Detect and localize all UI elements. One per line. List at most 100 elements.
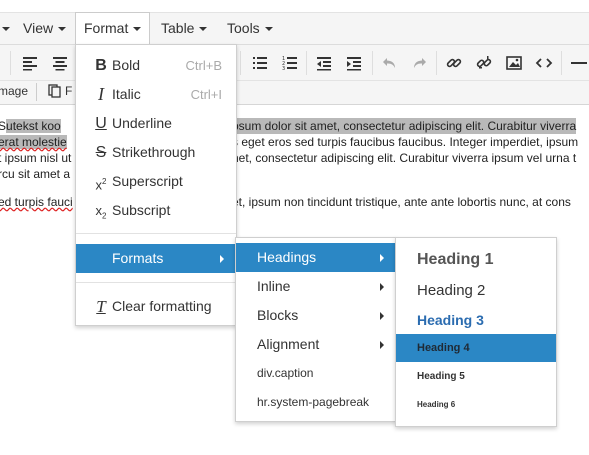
menu-item-label: Underline <box>112 115 172 131</box>
menu-item-label: Heading 1 <box>417 251 494 268</box>
link-icon[interactable] <box>445 54 463 72</box>
selected-text: utekst koo <box>6 119 61 133</box>
chevron-right-icon <box>380 254 384 262</box>
menu-item-italic[interactable]: I Italic Ctrl+I <box>76 80 236 109</box>
menu-item-heading-3[interactable]: Heading 3 <box>396 305 556 335</box>
menu-item-label: Bold <box>112 57 141 73</box>
menu-item-label: Heading 6 <box>417 400 456 409</box>
menu-item-heading-5[interactable]: Heading 5 <box>396 363 556 391</box>
copy-icon[interactable] <box>48 84 62 98</box>
toolbar-divider <box>36 83 37 101</box>
chevron-down-icon <box>133 27 142 32</box>
menu-item-inline[interactable]: Inline <box>236 272 396 301</box>
selected-text: erat molestie <box>0 135 67 149</box>
chevron-right-icon <box>220 255 224 263</box>
menu-item-alignment[interactable]: Alignment <box>236 330 396 359</box>
chevron-down-icon <box>199 27 208 32</box>
menu-item-label: Heading 5 <box>417 371 465 382</box>
menu-item-label: Strikethrough <box>112 144 196 160</box>
menu-item-label: Formats <box>112 250 164 266</box>
menu-item-label: Italic <box>112 86 141 102</box>
bullet-list-icon[interactable] <box>251 54 269 72</box>
numbered-list-icon[interactable]: 123 <box>281 54 299 72</box>
content-line: Sutekst koo psum dolor sit amet, consect… <box>0 118 577 134</box>
chevron-right-icon <box>380 312 384 320</box>
menu-divider <box>76 282 236 283</box>
menu-item-label: Superscript <box>112 173 183 189</box>
menu-table[interactable]: Table <box>153 13 215 44</box>
svg-text:3: 3 <box>282 66 285 72</box>
menu-edit-partial[interactable] <box>0 13 10 44</box>
menu-item-heading-4[interactable]: Heading 4 <box>396 334 556 362</box>
toolbar-divider <box>240 51 241 75</box>
superscript-icon: x2 <box>95 177 107 193</box>
underline-icon: U <box>95 115 107 132</box>
menu-item-hr-pagebreak[interactable]: hr.system-pagebreak <box>236 388 396 417</box>
redo-icon[interactable] <box>410 54 428 72</box>
formats-submenu: Headings Inline Blocks Alignment div.cap… <box>235 237 397 422</box>
outdent-icon[interactable] <box>315 54 333 72</box>
menu-item-heading-1[interactable]: Heading 1 <box>396 245 556 275</box>
chevron-right-icon <box>380 283 384 291</box>
menu-item-heading-2[interactable]: Heading 2 <box>396 276 556 306</box>
menu-item-div-caption[interactable]: div.caption <box>236 359 396 388</box>
menu-item-label: Headings <box>257 249 317 265</box>
menu-item-headings[interactable]: Headings <box>236 243 396 272</box>
menu-format-label: Format <box>84 20 129 36</box>
menu-item-clear-formatting[interactable]: T Clear formatting <box>76 292 236 321</box>
toolbar-partial-icon[interactable] <box>0 54 6 72</box>
undo-icon[interactable] <box>381 54 399 72</box>
menu-item-formats[interactable]: Formats <box>76 244 236 273</box>
content-line: ed turpis fauci et, ipsum non tincidunt … <box>0 194 571 210</box>
menu-item-label: Heading 4 <box>417 342 470 354</box>
menu-view[interactable]: View <box>15 13 74 44</box>
menu-tools-label: Tools <box>227 20 260 36</box>
insert-image-button[interactable]: mage <box>0 84 28 98</box>
align-left-icon[interactable] <box>21 54 39 72</box>
toolbar-partial-label: F <box>65 84 73 98</box>
horizontal-line-icon[interactable] <box>569 54 587 72</box>
content-text: rcu sit amet a <box>0 167 71 181</box>
chevron-down-icon <box>2 27 10 32</box>
menu-item-underline[interactable]: U Underline <box>76 109 236 138</box>
menu-format[interactable]: Format <box>75 12 151 45</box>
menu-item-blocks[interactable]: Blocks <box>236 301 396 330</box>
toolbar-divider <box>561 51 562 75</box>
menu-item-superscript[interactable]: x2 Superscript <box>76 167 236 196</box>
menu-item-strikethrough[interactable]: S Strikethrough <box>76 138 236 167</box>
toolbar-divider <box>436 51 437 75</box>
menu-item-label: Heading 2 <box>417 282 486 299</box>
content-text: net, consectetur adipiscing elit. Curabi… <box>232 151 577 165</box>
clear-formatting-icon: T <box>96 297 106 316</box>
content-text: s eget eros sed turpis faucibus faucibus… <box>232 135 579 149</box>
headings-submenu: Heading 1 Heading 2 Heading 3 Heading 4 … <box>395 237 557 427</box>
content-text: ed turpis fauci <box>0 195 73 209</box>
italic-icon: I <box>98 84 104 104</box>
subscript-icon: x2 <box>95 203 107 221</box>
chevron-down-icon <box>58 27 67 32</box>
shortcut-label: Ctrl+B <box>185 58 222 73</box>
code-icon[interactable] <box>535 54 553 72</box>
indent-icon[interactable] <box>345 54 363 72</box>
menu-item-label: Clear formatting <box>112 298 212 314</box>
menu-divider <box>76 233 236 234</box>
menu-item-label: div.caption <box>257 366 314 380</box>
menu-item-heading-6[interactable]: Heading 6 <box>396 391 556 419</box>
shortcut-label: Ctrl+I <box>190 87 222 102</box>
image-icon[interactable] <box>505 54 523 72</box>
strikethrough-icon: S <box>95 144 107 161</box>
menu-tools[interactable]: Tools <box>219 13 281 44</box>
menu-item-bold[interactable]: B Bold Ctrl+B <box>76 51 236 80</box>
menu-view-label: View <box>23 20 54 36</box>
bold-icon: B <box>95 57 107 74</box>
toolbar-divider <box>10 51 11 75</box>
content-line: erat molestie s eget eros sed turpis fau… <box>0 134 578 150</box>
content-line: rcu sit amet a <box>0 166 70 182</box>
menu-item-label: Blocks <box>257 307 299 323</box>
menu-item-label: Subscript <box>112 202 171 218</box>
menu-item-subscript[interactable]: x2 Subscript <box>76 196 236 225</box>
content-text: et, ipsum non tincidunt tristique, ante … <box>232 195 571 209</box>
unlink-icon[interactable] <box>475 54 493 72</box>
align-center-icon[interactable] <box>51 54 69 72</box>
content-text: t ipsum nisl ut <box>0 151 72 165</box>
